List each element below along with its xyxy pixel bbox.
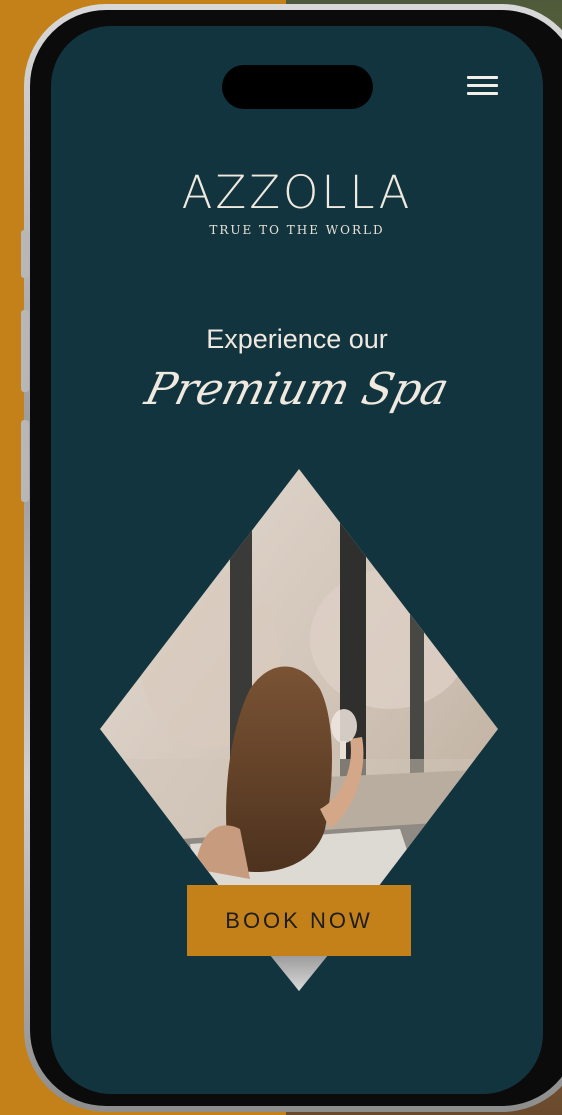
hero-subheadline: Premium Spa xyxy=(140,364,454,415)
hamburger-menu-icon[interactable] xyxy=(463,74,499,98)
phone-screen: AZZOLLA TRUE TO THE WORLD Experience our… xyxy=(51,26,543,1094)
phone-volume-down-button xyxy=(21,420,29,502)
brand-logo: AZZOLLA xyxy=(181,166,413,219)
brand-tagline: TRUE TO THE WORLD xyxy=(209,223,385,237)
book-now-button[interactable]: BOOK NOW xyxy=(187,885,411,956)
phone-volume-up-button xyxy=(21,310,29,392)
dynamic-island xyxy=(222,65,373,109)
hero-headline: Experience our xyxy=(206,324,388,354)
phone-side-button xyxy=(21,230,29,278)
